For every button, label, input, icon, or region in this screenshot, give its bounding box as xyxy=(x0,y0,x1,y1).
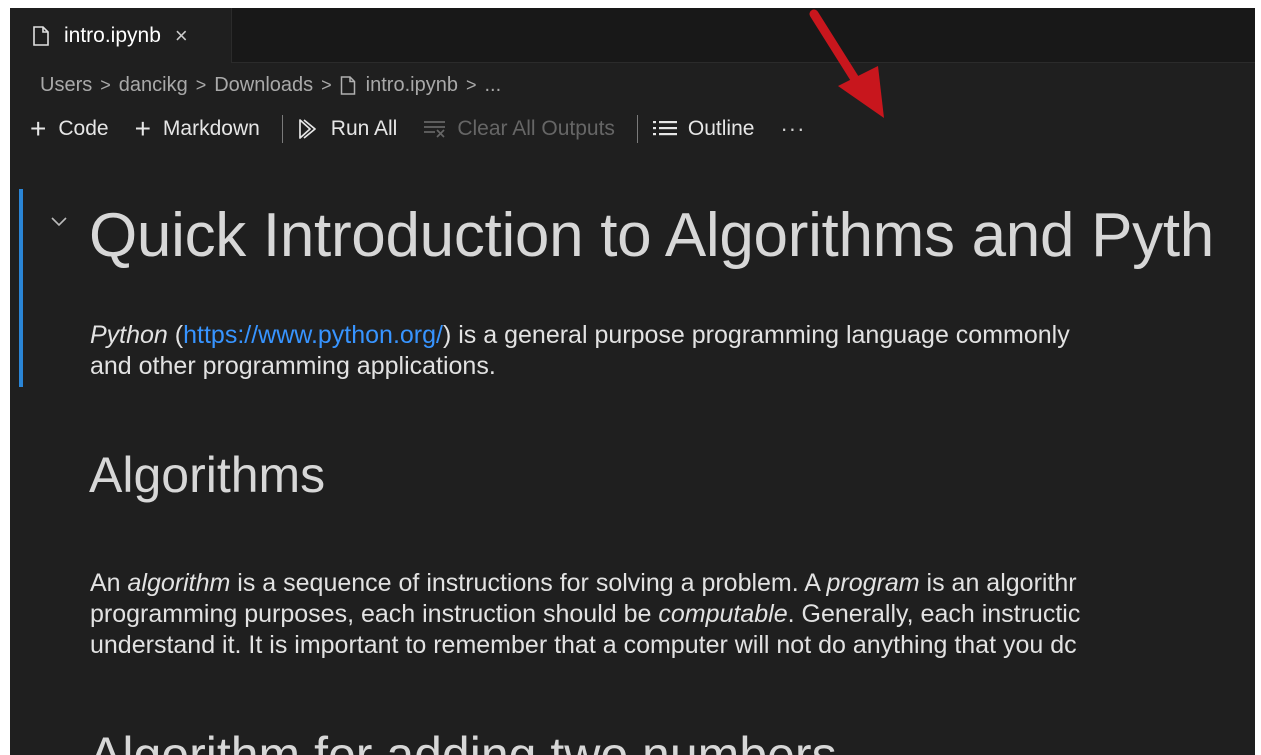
algo-text: An xyxy=(90,569,128,597)
tab-bar: intro.ipynb × xyxy=(10,8,1255,63)
breadcrumb-dancikg[interactable]: dancikg xyxy=(119,74,188,97)
add-markdown-cell-button[interactable]: + Markdown xyxy=(135,115,260,143)
algorithm-paragraph: An algorithm is a sequence of instructio… xyxy=(90,568,1080,661)
clear-all-outputs-button[interactable]: Clear All Outputs xyxy=(423,117,615,141)
notebook-title: Quick Introduction to Algorithms and Pyt… xyxy=(89,201,1214,270)
chevron-right-icon: > xyxy=(321,74,332,95)
algo-text: . Generally, each instructic xyxy=(787,600,1081,628)
intro-paragraph: Python (https://www.python.org/) is a ge… xyxy=(90,321,1070,380)
breadcrumb-more[interactable]: ... xyxy=(484,74,501,97)
tab-label: intro.ipynb xyxy=(64,23,161,47)
plus-icon: + xyxy=(30,113,47,144)
markdown-label: Markdown xyxy=(162,117,260,140)
add-code-cell-button[interactable]: + Code xyxy=(30,115,109,143)
code-label: Code xyxy=(58,117,109,140)
chevron-right-icon: > xyxy=(100,74,111,95)
file-icon xyxy=(33,25,49,46)
algo-text-line3: understand it. It is important to rememb… xyxy=(90,631,1077,659)
intro-text-line2: and other programming applications. xyxy=(90,352,496,380)
more-actions-icon[interactable]: ··· xyxy=(780,116,805,142)
section-heading-adding-numbers: Algorithm for adding two numbers xyxy=(89,727,837,755)
tab-intro-ipynb[interactable]: intro.ipynb × xyxy=(10,8,232,63)
intro-text: ) is a general purpose programming langu… xyxy=(442,321,1070,349)
algo-text: is a sequence of instructions for solvin… xyxy=(230,569,827,597)
python-link[interactable]: https://www.python.org/ xyxy=(183,321,443,349)
red-arrow-annotation xyxy=(809,9,884,118)
computable-emphasis: computable xyxy=(658,600,788,628)
algo-text: is an algorithr xyxy=(919,569,1077,597)
run-all-icon xyxy=(298,119,316,139)
algo-text: programming purposes, each instruction s… xyxy=(90,600,659,628)
program-emphasis: program xyxy=(826,569,920,597)
breadcrumb-users[interactable]: Users xyxy=(40,74,92,97)
notebook-toolbar: + Code + Markdown Run All Clear All Outp… xyxy=(30,112,805,146)
algorithm-emphasis: algorithm xyxy=(127,569,231,597)
outline-label: Outline xyxy=(687,117,755,140)
chevron-right-icon: > xyxy=(465,74,477,95)
breadcrumb-downloads[interactable]: Downloads xyxy=(214,74,313,97)
plus-icon: + xyxy=(134,113,151,144)
run-all-button[interactable]: Run All xyxy=(297,117,398,141)
close-icon[interactable]: × xyxy=(175,24,188,47)
chevron-down-icon[interactable] xyxy=(50,216,68,228)
clear-outputs-icon xyxy=(424,121,446,138)
active-cell-indicator xyxy=(19,189,23,387)
breadcrumb-file[interactable]: intro.ipynb xyxy=(366,74,458,97)
breadcrumb: Users > dancikg > Downloads > intro.ipyn… xyxy=(40,70,501,100)
toolbar-divider xyxy=(281,115,283,143)
toolbar-divider xyxy=(636,115,638,143)
run-all-label: Run All xyxy=(330,117,398,140)
chevron-right-icon: > xyxy=(195,74,207,95)
python-emphasis: Python xyxy=(90,321,168,349)
vscode-notebook-window: intro.ipynb × Users > dancikg > Download… xyxy=(10,8,1255,755)
clear-all-outputs-label: Clear All Outputs xyxy=(457,117,615,140)
file-icon xyxy=(340,75,355,95)
outline-button[interactable]: Outline xyxy=(652,117,755,141)
section-heading-algorithms: Algorithms xyxy=(89,447,326,503)
outline-icon xyxy=(652,121,677,136)
